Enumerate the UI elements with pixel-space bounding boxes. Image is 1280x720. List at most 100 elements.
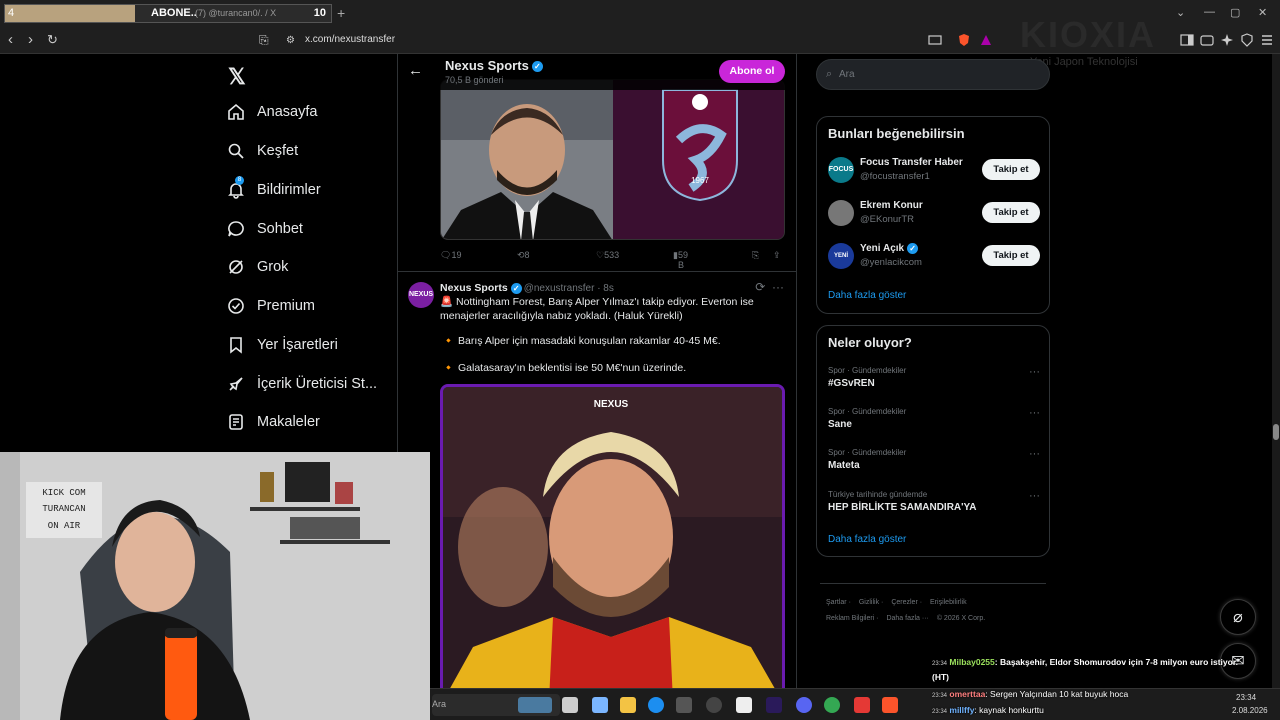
url-field[interactable]: x.com/nexustransfer xyxy=(305,34,395,45)
sidebar-item-premium[interactable]: Premium xyxy=(226,294,315,318)
follow-button[interactable]: Takip et xyxy=(982,159,1040,180)
cast-icon[interactable] xyxy=(928,33,942,47)
column-divider xyxy=(796,54,797,694)
more-icon[interactable]: ⟳ ··· xyxy=(755,280,784,294)
tweet-image[interactable]: 1967 xyxy=(440,79,785,240)
reload-icon[interactable]: ↻ xyxy=(47,32,58,48)
trend-item[interactable]: Spor · Gündemdekiler Mateta ··· xyxy=(828,448,1040,478)
tweet-image[interactable]: NEXUS xyxy=(440,384,785,694)
tweet-actions: 🗨 19 ⟲ 8 ♡ 533 ▮ 59 B ⎘ ⇪ xyxy=(440,250,786,270)
sidebar-toggle-icon[interactable] xyxy=(1180,33,1194,47)
sidebar-item-explore[interactable]: Keşfet xyxy=(226,139,298,163)
minimize-icon[interactable]: — xyxy=(1204,6,1215,18)
maximize-icon[interactable]: ▢ xyxy=(1230,6,1240,19)
grok-button[interactable]: ⌀ xyxy=(1220,599,1256,635)
premiere-icon[interactable] xyxy=(766,697,782,713)
brand-watermark: KIOXIA xyxy=(1020,14,1157,55)
sidebar-item-creator-studio[interactable]: İçerik Üreticisi St... xyxy=(226,372,377,396)
subscribe-button[interactable]: Abone ol xyxy=(719,60,785,83)
sidebar-item-grok[interactable]: Grok xyxy=(226,255,288,279)
sidebar-item-home[interactable]: Anasayfa xyxy=(226,100,317,124)
follow-suggestion[interactable]: FOCUS Focus Transfer Haber @focustransfe… xyxy=(828,155,1040,185)
bookmark-icon[interactable]: ⎘ xyxy=(752,250,759,261)
avatar: FOCUS xyxy=(828,157,854,183)
share-icon[interactable]: ⇪ xyxy=(773,250,781,261)
show-more-link[interactable]: Daha fazla göster xyxy=(828,290,906,301)
taskbar-time[interactable]: 23:34 xyxy=(1236,693,1256,702)
scrollbar-thumb[interactable] xyxy=(1273,424,1279,440)
brave-shield-icon[interactable] xyxy=(957,33,971,47)
menu-icon[interactable] xyxy=(1260,33,1274,47)
scrollbar[interactable] xyxy=(1272,54,1280,694)
chrome-icon[interactable] xyxy=(824,697,840,713)
divider xyxy=(820,583,1046,584)
footer-link[interactable]: Erişilebilirlik xyxy=(930,599,967,606)
browser-tab[interactable]: 4 ABONE.. (7) @turancan0/. / X 10 xyxy=(4,4,332,23)
trend-item[interactable]: Spor · Gündemdekiler Sane ··· xyxy=(828,407,1040,437)
capcut-icon[interactable] xyxy=(736,697,752,713)
taskbar-search[interactable]: Ara xyxy=(432,694,560,716)
tab-count: 10 xyxy=(313,7,326,19)
follow-button[interactable]: Takip et xyxy=(982,245,1040,266)
back-arrow-icon[interactable]: ← xyxy=(408,62,423,79)
app-icon[interactable] xyxy=(676,697,692,713)
search-placeholder: Ara xyxy=(839,69,855,80)
footer-link[interactable]: Daha fazla ··· xyxy=(886,615,928,622)
new-tab-icon[interactable]: + xyxy=(337,5,345,21)
sidebar-item-notifications[interactable]: 8 Bildirimler xyxy=(226,176,321,202)
app-icon[interactable] xyxy=(854,697,870,713)
leo-ai-icon[interactable] xyxy=(1220,33,1234,47)
tweet-author[interactable]: Nexus Sports ✓ @nexustransfer · 8s xyxy=(440,282,614,294)
who-to-follow: Bunları beğenebilirsin FOCUS Focus Trans… xyxy=(816,116,1050,314)
vpn-icon[interactable] xyxy=(1240,33,1254,47)
more-icon[interactable]: ··· xyxy=(1029,366,1040,378)
rewards-icon[interactable] xyxy=(979,33,993,47)
show-more-link[interactable]: Daha fazla göster xyxy=(828,534,906,545)
wallet-icon[interactable] xyxy=(1200,33,1214,47)
app-icon[interactable] xyxy=(592,697,608,713)
close-icon[interactable]: ✕ xyxy=(1258,6,1267,19)
avatar[interactable]: NEXUS xyxy=(408,282,434,308)
more-icon[interactable]: ··· xyxy=(1029,407,1040,419)
trend-category: Türkiye tarihinde gündemde xyxy=(828,490,928,499)
site-info-icon[interactable]: ⚙ xyxy=(286,35,295,46)
app-icon[interactable] xyxy=(706,697,722,713)
search-input[interactable]: ⌕ Ara xyxy=(816,59,1050,90)
taskbar-date[interactable]: 2.08.2026 xyxy=(1232,706,1268,715)
sidebar-item-chat[interactable]: Sohbet xyxy=(226,217,303,241)
sidebar-item-articles[interactable]: Makaleler xyxy=(226,410,320,434)
brave-icon[interactable] xyxy=(882,697,898,713)
footer-links: Reklam Bilgileri · Daha fazla ··· © 2026… xyxy=(826,615,986,622)
follow-suggestion[interactable]: YENİ Yeni Açık ✓ @yenlacikcom Takip et xyxy=(828,241,1040,271)
file-explorer-icon[interactable] xyxy=(620,697,636,713)
footer-link[interactable]: Gizlilik xyxy=(859,599,879,606)
tweet[interactable]: NEXUS Nexus Sports ✓ @nexustransfer · 8s ⟳… xyxy=(398,271,796,694)
footer-links: Şartlar · Gizlilik · Çerezler · Erişileb… xyxy=(826,599,967,606)
views-button[interactable]: ▮ 59 B xyxy=(673,250,688,270)
bookmark-icon[interactable]: ⎘ xyxy=(259,33,269,48)
back-icon[interactable]: ‹ xyxy=(8,31,13,48)
follow-suggestion[interactable]: Ekrem Konur @EKonurTR Takip et xyxy=(828,198,1040,228)
more-icon[interactable]: ··· xyxy=(1029,490,1040,502)
edge-icon[interactable] xyxy=(648,697,664,713)
sidebar-item-bookmarks[interactable]: Yer İşaretleri xyxy=(226,333,338,357)
more-icon[interactable]: ··· xyxy=(1029,448,1040,460)
footer-link[interactable]: Şartlar xyxy=(826,599,847,606)
footer-link[interactable]: Reklam Bilgileri xyxy=(826,615,874,622)
grok-icon xyxy=(226,257,246,277)
x-logo-icon[interactable]: 𝕏 xyxy=(228,64,246,90)
tweet-text: 🔸 Barış Alper için masadaki konuşulan ra… xyxy=(442,335,721,347)
chevron-down-icon[interactable]: ⌄ xyxy=(1176,6,1185,19)
follow-button[interactable]: Takip et xyxy=(982,202,1040,223)
trend-item[interactable]: Spor · Gündemdekiler #GSvREN ··· xyxy=(828,366,1040,396)
search-icon: ⌕ xyxy=(826,68,833,80)
discord-icon[interactable] xyxy=(796,697,812,713)
forward-icon[interactable]: › xyxy=(28,31,33,48)
suggestion-name: Yeni Açık ✓ xyxy=(860,243,919,254)
reply-button[interactable]: 🗨 19 xyxy=(440,250,461,261)
retweet-button[interactable]: ⟲ 8 xyxy=(517,250,530,261)
footer-link[interactable]: Çerezler xyxy=(891,599,917,606)
trend-item[interactable]: Türkiye tarihinde gündemde HEP BİRLİKTE … xyxy=(828,490,1040,520)
task-view-icon[interactable] xyxy=(562,697,578,713)
like-button[interactable]: ♡ 533 xyxy=(596,250,619,261)
